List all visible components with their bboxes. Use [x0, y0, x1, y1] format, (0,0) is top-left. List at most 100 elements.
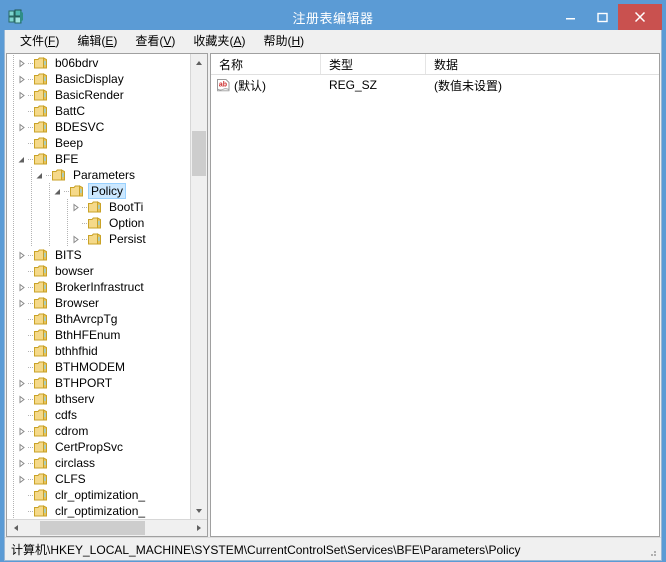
tree-item[interactable]: b06bdrv: [7, 55, 190, 71]
tree-item[interactable]: CLFS: [7, 471, 190, 487]
menu-item-favorites[interactable]: 收藏夹(A): [184, 31, 254, 52]
menu-accel: A: [233, 33, 242, 48]
tree-item[interactable]: Browser: [7, 295, 190, 311]
scroll-right-arrow-icon[interactable]: [190, 520, 207, 536]
tree-item[interactable]: clr_optimization_: [7, 503, 190, 519]
menu-item-file[interactable]: 文件(F): [11, 31, 68, 52]
tree-item[interactable]: BTHPORT: [7, 375, 190, 391]
maximize-button[interactable]: [586, 4, 618, 30]
tree-indent-guide: [13, 71, 14, 87]
tree-vscroll-thumb[interactable]: [192, 131, 206, 176]
tree-indent-guide: [13, 199, 14, 215]
tree-item[interactable]: BattC: [7, 103, 190, 119]
tree-item[interactable]: circlass: [7, 455, 190, 471]
chevron-down-icon[interactable]: [33, 167, 46, 183]
tree-item-label: BasicDisplay: [55, 71, 124, 86]
tree-connector: [28, 343, 33, 359]
tree-item[interactable]: BFE: [7, 151, 190, 167]
scroll-left-arrow-icon[interactable]: [7, 520, 24, 536]
tree-item[interactable]: BDESVC: [7, 119, 190, 135]
chevron-right-icon[interactable]: [69, 199, 82, 215]
menu-item-edit[interactable]: 编辑(E): [68, 31, 126, 52]
tree-item[interactable]: BTHMODEM: [7, 359, 190, 375]
tree-indent: [7, 343, 15, 359]
tree-item[interactable]: BootTi: [7, 199, 190, 215]
close-button[interactable]: [618, 4, 662, 30]
tree-item[interactable]: bowser: [7, 263, 190, 279]
chevron-right-icon[interactable]: [15, 247, 28, 263]
tree-indent-guide: [13, 103, 14, 119]
values-list-body[interactable]: ab (默认) REG_SZ (数值未设置): [211, 75, 659, 536]
column-header-name[interactable]: 名称: [211, 54, 321, 74]
values-list-row[interactable]: ab (默认) REG_SZ (数值未设置): [211, 75, 659, 95]
registry-key-folder-icon: [51, 167, 67, 183]
chevron-right-icon[interactable]: [15, 423, 28, 439]
chevron-right-icon[interactable]: [69, 231, 82, 247]
chevron-right-icon[interactable]: [15, 391, 28, 407]
tree-expander-placeholder: [15, 343, 28, 359]
tree-item-label: BTHMODEM: [55, 359, 125, 374]
tree-item[interactable]: BasicRender: [7, 87, 190, 103]
value-name-cell: ab (默认): [211, 77, 321, 94]
tree-expander-placeholder: [15, 135, 28, 151]
tree-connector: [28, 151, 33, 167]
menu-label: 帮助: [263, 33, 288, 48]
tree-item-label: BthHFEnum: [55, 327, 121, 342]
tree-hscroll-thumb[interactable]: [40, 521, 145, 535]
tree-item[interactable]: Beep: [7, 135, 190, 151]
tree-indent-guide: [13, 87, 14, 103]
tree-item[interactable]: bthserv: [7, 391, 190, 407]
registry-tree[interactable]: b06bdrv BasicDisplay BasicRender BattC BDESV…: [7, 54, 190, 519]
tree-item-label: CertPropSvc: [55, 439, 124, 454]
chevron-right-icon[interactable]: [15, 87, 28, 103]
tree-item[interactable]: Persist: [7, 231, 190, 247]
tree-item[interactable]: BITS: [7, 247, 190, 263]
tree-item[interactable]: BthAvrcpTg: [7, 311, 190, 327]
column-header-data[interactable]: 数据: [426, 54, 659, 74]
tree-hscroll-track[interactable]: [24, 520, 190, 536]
tree-item[interactable]: BrokerInfrastruct: [7, 279, 190, 295]
tree-item[interactable]: Parameters: [7, 167, 190, 183]
tree-vertical-scrollbar[interactable]: [190, 54, 207, 519]
chevron-down-icon[interactable]: [15, 151, 28, 167]
registry-key-folder-icon: [33, 55, 49, 71]
scroll-down-arrow-icon[interactable]: [191, 502, 207, 519]
title-bar[interactable]: 注册表编辑器: [4, 4, 662, 30]
minimize-button[interactable]: [554, 4, 586, 30]
tree-item-label: cdrom: [55, 423, 89, 438]
registry-key-folder-icon: [33, 135, 49, 151]
menu-accel: E: [105, 33, 114, 48]
tree-item[interactable]: cdrom: [7, 423, 190, 439]
tree-item[interactable]: BasicDisplay: [7, 71, 190, 87]
chevron-right-icon[interactable]: [15, 439, 28, 455]
chevron-right-icon[interactable]: [15, 55, 28, 71]
chevron-right-icon[interactable]: [15, 455, 28, 471]
registry-key-folder-icon: [33, 375, 49, 391]
tree-item[interactable]: clr_optimization_: [7, 487, 190, 503]
scroll-up-arrow-icon[interactable]: [191, 54, 207, 71]
menu-item-view[interactable]: 查看(V): [126, 31, 184, 52]
tree-item-selected[interactable]: Policy: [7, 183, 190, 199]
tree-horizontal-scrollbar[interactable]: [7, 519, 207, 536]
menu-item-help[interactable]: 帮助(H): [254, 31, 313, 52]
tree-indent: [7, 295, 15, 311]
tree-item[interactable]: BthHFEnum: [7, 327, 190, 343]
tree-item-label: Persist: [109, 231, 146, 246]
chevron-right-icon[interactable]: [15, 279, 28, 295]
chevron-right-icon[interactable]: [15, 295, 28, 311]
column-header-type[interactable]: 类型: [321, 54, 426, 74]
registry-key-folder-icon: [33, 311, 49, 327]
tree-item[interactable]: bthhfhid: [7, 343, 190, 359]
chevron-right-icon[interactable]: [15, 71, 28, 87]
chevron-right-icon[interactable]: [15, 375, 28, 391]
tree-vscroll-track[interactable]: [191, 71, 207, 502]
chevron-right-icon[interactable]: [15, 119, 28, 135]
tree-item[interactable]: cdfs: [7, 407, 190, 423]
tree-connector: [28, 487, 33, 503]
resize-grip-icon[interactable]: [646, 546, 658, 558]
tree-item[interactable]: CertPropSvc: [7, 439, 190, 455]
tree-item[interactable]: Option: [7, 215, 190, 231]
chevron-right-icon[interactable]: [15, 471, 28, 487]
tree-item-label: BattC: [55, 103, 86, 118]
chevron-down-icon[interactable]: [51, 183, 64, 199]
